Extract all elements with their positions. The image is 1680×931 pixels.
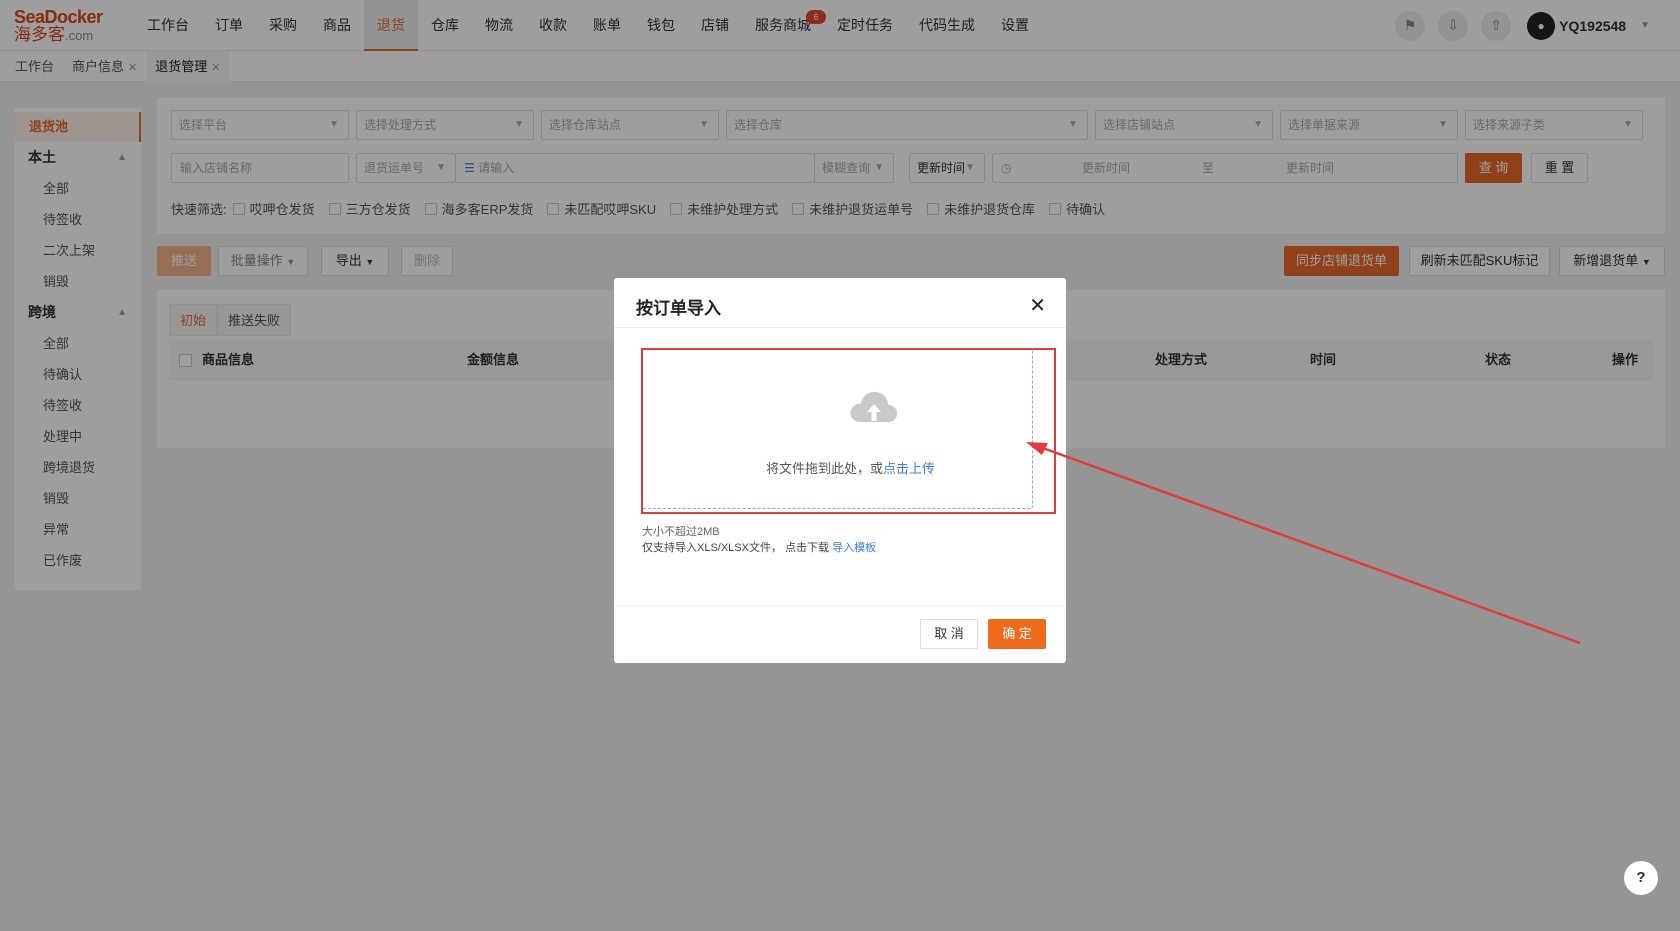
divider — [614, 327, 1066, 328]
download-template-link[interactable]: 导入模板 — [832, 542, 876, 554]
size-hint: 大小不超过2MB — [642, 526, 720, 538]
cancel-button[interactable]: 取 消 — [920, 619, 978, 649]
import-by-order-dialog: 按订单导入 ✕ 将文件拖到此处，或点击上传 大小不超过2MB 仅支持导入XLS/… — [614, 278, 1066, 663]
cloud-upload-icon — [850, 391, 898, 422]
type-hint-text: 仅支持导入XLS/XLSX文件， 点击下载 — [642, 542, 830, 554]
confirm-button[interactable]: 确 定 — [988, 619, 1046, 649]
divider — [614, 605, 1066, 606]
type-hint: 仅支持导入XLS/XLSX文件， 点击下载 导入模板 — [642, 539, 876, 555]
drop-instruction: 将文件拖到此处，或 — [765, 461, 883, 476]
dropzone-text: 将文件拖到此处，或点击上传 — [643, 458, 1058, 477]
close-icon[interactable]: ✕ — [1029, 293, 1046, 318]
click-upload-link[interactable]: 点击上传 — [883, 461, 935, 476]
annotation-highlight-box: 将文件拖到此处，或点击上传 — [641, 348, 1056, 514]
help-button[interactable]: ? — [1624, 861, 1658, 895]
dialog-title: 按订单导入 — [636, 299, 721, 318]
